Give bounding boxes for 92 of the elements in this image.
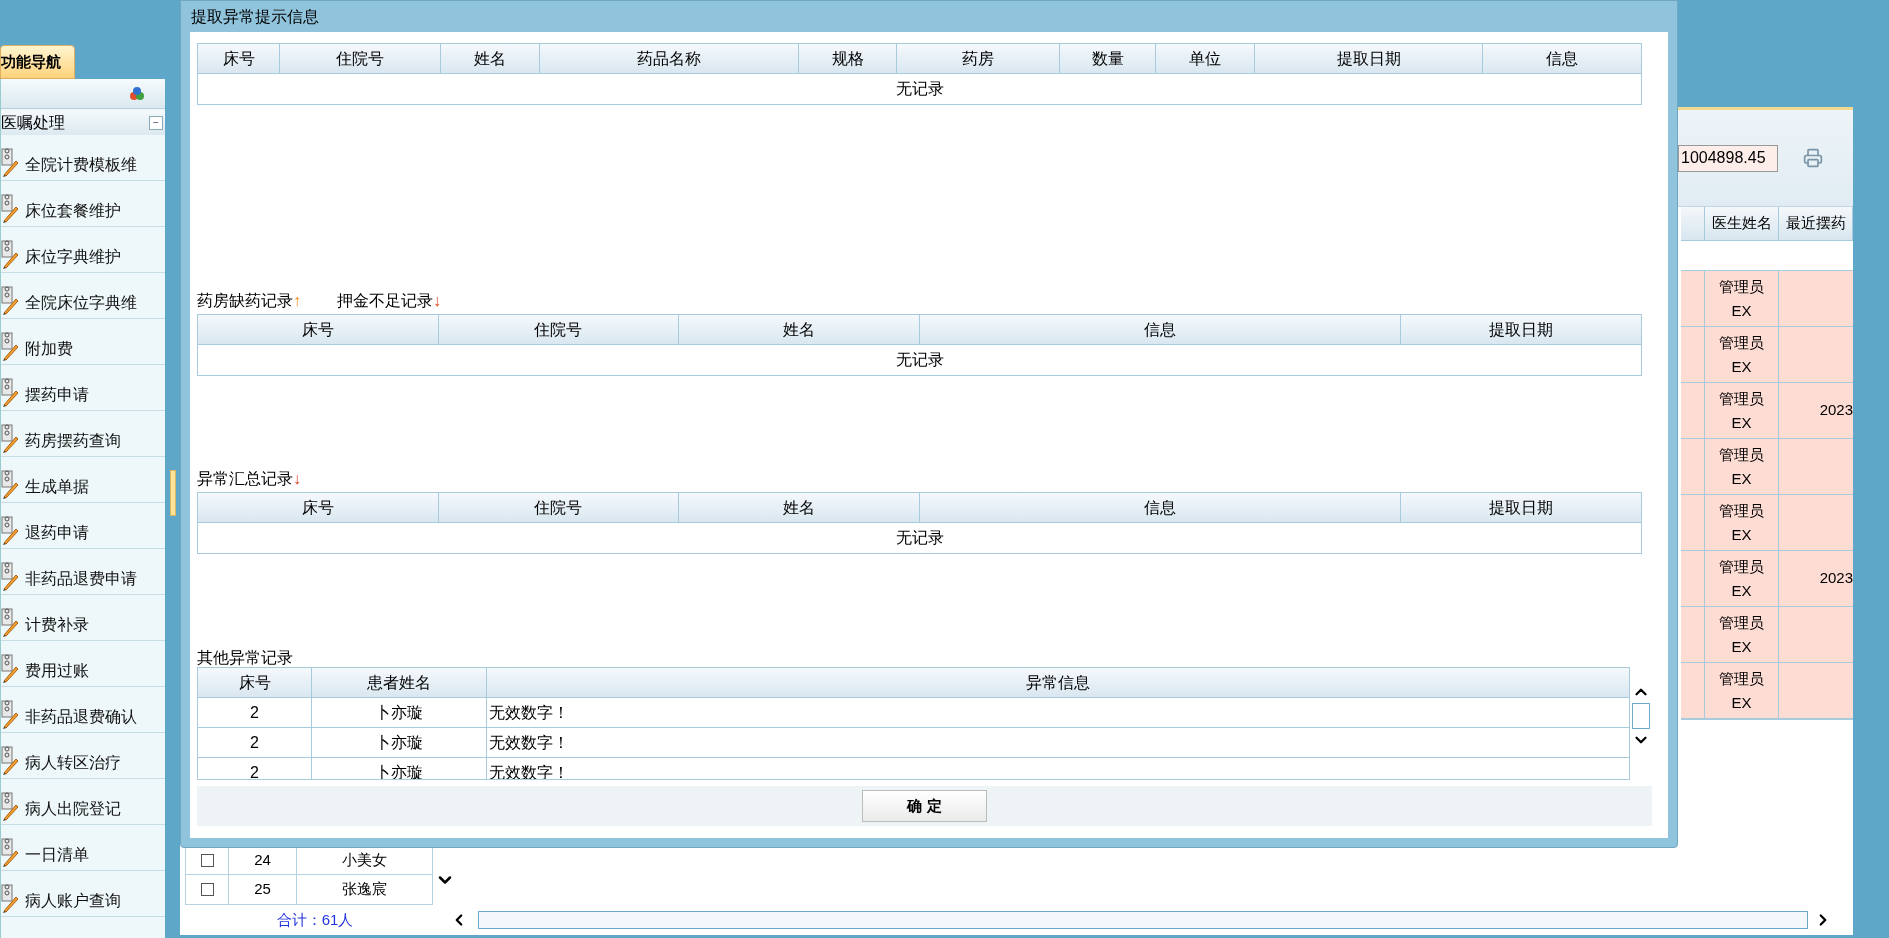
table-cell: 卜亦璇 bbox=[312, 698, 487, 727]
section-label: 异常汇总记录↓ bbox=[197, 469, 301, 489]
pencil-document-icon bbox=[1, 791, 19, 821]
table-header: 信息 bbox=[919, 315, 1401, 344]
pencil-document-icon bbox=[1, 331, 19, 361]
pencil-document-icon bbox=[1, 377, 19, 407]
table-header: 异常信息 bbox=[487, 668, 1630, 697]
pencil-document-icon bbox=[1, 607, 19, 637]
table-cell: 2 bbox=[198, 728, 312, 757]
table-cell: 管理员 EX bbox=[1705, 663, 1779, 718]
pencil-document-icon bbox=[1, 653, 19, 683]
empty-message: 无记录 bbox=[895, 350, 944, 370]
table-cell-text: 无效数字！ bbox=[488, 762, 570, 779]
table-cell-text: 无效数字！ bbox=[488, 702, 570, 723]
sidebar-item[interactable]: 病人出院登记 bbox=[1, 779, 165, 825]
table-header: 信息 bbox=[1483, 44, 1641, 73]
pencil-document-icon bbox=[1, 285, 19, 315]
pencil-document-icon bbox=[1, 561, 19, 591]
sidebar-item[interactable]: 非药品退费确认 bbox=[1, 687, 165, 733]
pencil-document-icon bbox=[1, 515, 19, 545]
row-checkbox[interactable] bbox=[200, 883, 214, 896]
dialog-title: 提取异常提示信息 bbox=[190, 6, 320, 27]
table-header: 提取日期 bbox=[1255, 44, 1483, 73]
sidebar-item[interactable]: 床位字典维护 bbox=[1, 227, 165, 273]
table-header: 姓名 bbox=[679, 315, 920, 344]
table-cell: 卜亦璇 bbox=[312, 728, 487, 757]
table-header: 提取日期 bbox=[1400, 315, 1641, 344]
pencil-document-icon bbox=[1, 745, 19, 775]
row-checkbox[interactable] bbox=[200, 853, 214, 867]
pencil-document-icon bbox=[1, 699, 19, 729]
confirm-button[interactable]: 确 定 bbox=[862, 790, 987, 822]
table-header: 住院号 bbox=[438, 315, 679, 344]
empty-message: 无记录 bbox=[895, 79, 944, 99]
total-count: 合计：61人 bbox=[275, 909, 355, 930]
section-title: 医嘱处理 bbox=[1, 113, 65, 133]
table-header: 床号 bbox=[198, 315, 439, 344]
table-cell-text: 无效数字！ bbox=[488, 732, 570, 753]
sidebar-item[interactable]: 费用过账 bbox=[1, 641, 165, 687]
pencil-document-icon bbox=[1, 239, 19, 269]
amount-field[interactable]: 1004898.45 bbox=[1678, 144, 1778, 172]
table-header: 药品名称 bbox=[540, 44, 799, 73]
table-header: 最近摆药 bbox=[1779, 207, 1853, 240]
table-header: 住院号 bbox=[280, 44, 441, 73]
sidebar-item[interactable]: 一日清单 bbox=[1, 825, 165, 871]
section-label: 押金不足记录↓ bbox=[337, 291, 441, 311]
sidebar-item[interactable]: 全院计费模板维 bbox=[1, 135, 165, 181]
table-cell-text: 小美女 bbox=[341, 849, 388, 870]
table-cell: 25 bbox=[229, 875, 297, 904]
sidebar-item[interactable]: 药房摆药查询 bbox=[1, 411, 165, 457]
sidebar-item[interactable]: 非药品退费申请 bbox=[1, 549, 165, 595]
sidebar-item[interactable]: 全院床位字典维 bbox=[1, 273, 165, 319]
sidebar-item[interactable]: 附加费 bbox=[1, 319, 165, 365]
sidebar-item[interactable]: 病人账户查询 bbox=[1, 871, 165, 917]
table-cell-text: 2023 bbox=[1819, 400, 1853, 421]
sidebar-item[interactable]: 摆药申请 bbox=[1, 365, 165, 411]
pencil-document-icon bbox=[1, 147, 19, 177]
table-header: 医生姓名 bbox=[1705, 207, 1779, 240]
table-header: 床号 bbox=[198, 44, 280, 73]
table-header: 提取日期 bbox=[1400, 493, 1641, 522]
pencil-document-icon bbox=[1, 469, 19, 499]
section-label: 药房缺药记录↑ bbox=[197, 291, 301, 311]
table-header: 姓名 bbox=[441, 44, 540, 73]
table-cell: 2 bbox=[198, 698, 312, 727]
table-header: 姓名 bbox=[679, 493, 920, 522]
horizontal-scrollbar[interactable] bbox=[478, 911, 1808, 929]
scrollbar-thumb[interactable] bbox=[1632, 703, 1651, 729]
table-header: 数量 bbox=[1060, 44, 1156, 73]
sidebar-item[interactable]: 计费补录 bbox=[1, 595, 165, 641]
sidebar-item[interactable]: 生成单据 bbox=[1, 457, 165, 503]
sidebar-item[interactable]: 床位套餐维护 bbox=[1, 181, 165, 227]
table-header: 单位 bbox=[1156, 44, 1255, 73]
pencil-document-icon bbox=[1, 193, 19, 223]
sidebar-item[interactable]: 病人转区治疗 bbox=[1, 733, 165, 779]
table-cell-text: 2023 bbox=[1819, 568, 1853, 589]
table-header: 住院号 bbox=[438, 493, 679, 522]
sidebar-tab[interactable]: 功能导航 bbox=[0, 45, 75, 79]
sidebar-item[interactable]: 退药申请 bbox=[1, 503, 165, 549]
splitter-handle[interactable] bbox=[169, 470, 176, 516]
table-cell-text: 张逸宸 bbox=[341, 879, 388, 900]
table-header: 药房 bbox=[897, 44, 1060, 73]
collapse-button[interactable]: − bbox=[149, 116, 163, 130]
table-header: 患者姓名 bbox=[312, 668, 487, 697]
pencil-document-icon bbox=[1, 423, 19, 453]
section-label: 其他异常记录 bbox=[197, 648, 294, 666]
table-header: 床号 bbox=[198, 493, 439, 522]
empty-message: 无记录 bbox=[895, 528, 944, 548]
table-header: 床号 bbox=[198, 668, 312, 697]
pencil-document-icon bbox=[1, 883, 19, 913]
table-header: 规格 bbox=[799, 44, 897, 73]
table-header: 信息 bbox=[919, 493, 1401, 522]
pencil-document-icon bbox=[1, 837, 19, 867]
print-icon[interactable] bbox=[1803, 148, 1823, 168]
